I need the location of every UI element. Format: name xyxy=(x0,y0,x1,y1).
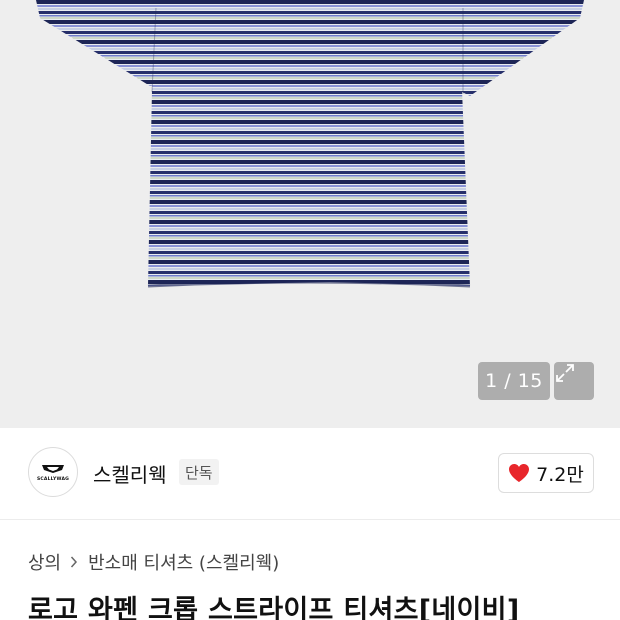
image-counter: 1 / 15 xyxy=(478,362,550,400)
brand-logo[interactable]: SCALLYWAG xyxy=(28,447,78,497)
exclusive-badge: 단독 xyxy=(179,459,219,485)
breadcrumb: 상의 반소매 티셔츠 (스켈리웩) xyxy=(28,549,279,575)
product-image-gallery[interactable]: 1 / 15 xyxy=(0,0,620,428)
like-count: 7.2만 xyxy=(536,463,584,486)
brand-row: SCALLYWAG 스켈리웩 단독 7.2만 xyxy=(0,428,620,520)
product-title: 로고 와펜 크롭 스트라이프 티셔츠[네이비] xyxy=(28,595,520,620)
chevron-right-icon xyxy=(70,555,78,569)
expand-image-button[interactable] xyxy=(554,362,594,400)
breadcrumb-item-category[interactable]: 상의 xyxy=(28,549,61,575)
breadcrumb-item-subcategory[interactable]: 반소매 티셔츠 (스켈리웩) xyxy=(88,549,279,575)
like-button[interactable]: 7.2만 xyxy=(498,453,594,493)
brand-logo-mark xyxy=(42,464,64,473)
expand-icon xyxy=(556,364,574,382)
brand-logo-text: SCALLYWAG xyxy=(36,476,70,482)
brand-name[interactable]: 스켈리웩 xyxy=(93,459,167,488)
heart-icon xyxy=(509,464,530,482)
